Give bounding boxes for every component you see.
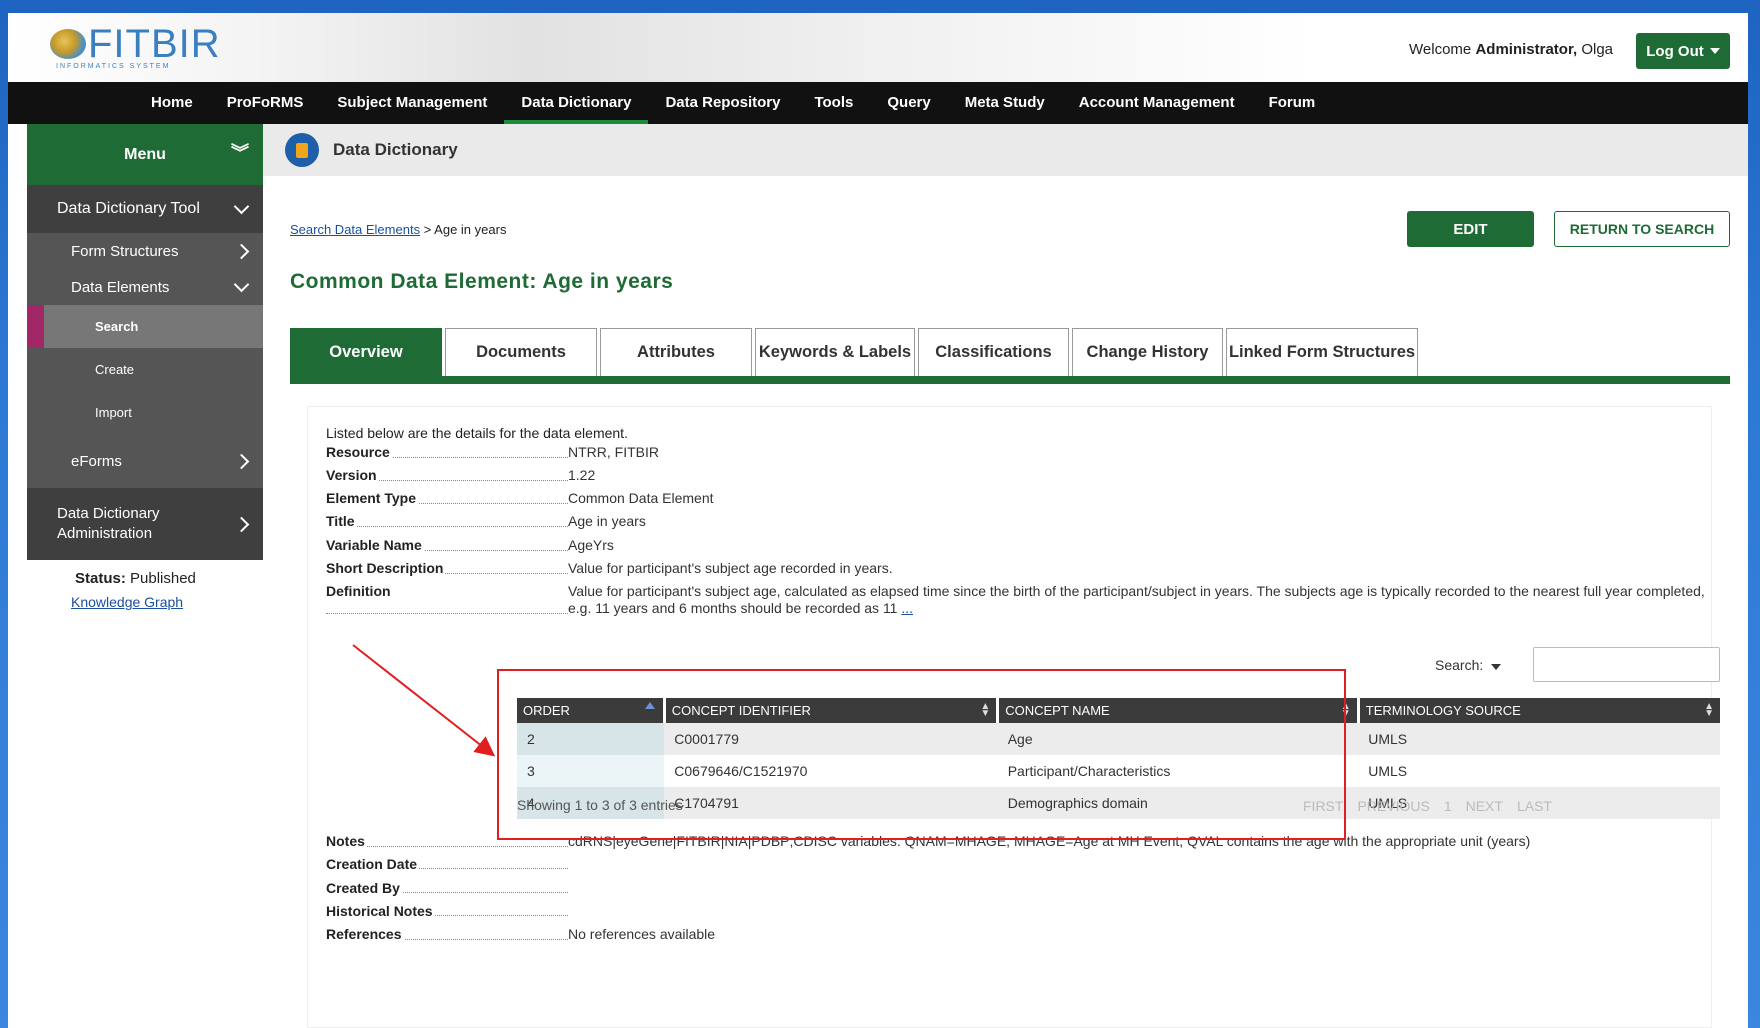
detail-label: Notes bbox=[326, 833, 367, 849]
detail-label: Element Type bbox=[326, 490, 418, 506]
detail-label: Historical Notes bbox=[326, 903, 435, 919]
detail-label: Version bbox=[326, 467, 379, 483]
detail-label: Short Description bbox=[326, 560, 446, 576]
detail-label: Resource bbox=[326, 444, 392, 460]
detail-label: Title bbox=[326, 513, 357, 529]
detail-label: Creation Date bbox=[326, 856, 420, 872]
detail-label: References bbox=[326, 926, 404, 942]
detail-label: Variable Name bbox=[326, 537, 424, 553]
annotation-arrow bbox=[352, 644, 496, 757]
app-window: FITBIR INFORMATICS SYSTEM Welcome Admini… bbox=[8, 13, 1748, 1028]
detail-label: Created By bbox=[326, 880, 402, 896]
detail-label: Definition bbox=[326, 583, 393, 599]
